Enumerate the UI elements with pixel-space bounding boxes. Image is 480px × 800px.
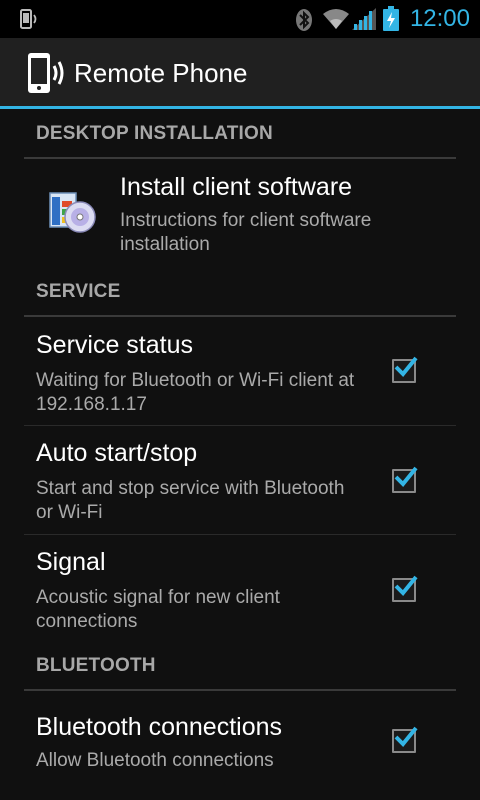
category-label: BLUETOOTH xyxy=(36,655,156,676)
phone-vibrate-icon xyxy=(18,8,40,35)
category-label: DESKTOP INSTALLATION xyxy=(36,123,273,144)
pref-summary: Acoustic signal for new client connectio… xyxy=(36,587,280,632)
pref-summary: Waiting for Bluetooth or Wi-Fi client at… xyxy=(36,370,355,415)
category-service: SERVICE xyxy=(24,281,456,317)
preference-list: DESKTOP INSTALLATION Install client soft… xyxy=(0,109,480,800)
signal-checkbox[interactable] xyxy=(392,575,418,602)
bluetooth-icon xyxy=(294,8,314,37)
pref-bluetooth-connections[interactable]: Bluetooth connections Allow Bluetooth co… xyxy=(24,691,456,791)
pref-title: Service status xyxy=(36,331,194,359)
app-title: Remote Phone xyxy=(74,58,248,88)
pref-signal[interactable]: Signal Acoustic signal for new client co… xyxy=(24,534,456,642)
battery-charging-icon xyxy=(382,6,400,37)
pref-title: Bluetooth connections xyxy=(36,713,283,741)
pref-title: Signal xyxy=(36,548,106,576)
pref-service-status[interactable]: Service status Waiting for Bluetooth or … xyxy=(24,317,456,426)
category-label: SERVICE xyxy=(36,281,121,302)
cell-signal-icon xyxy=(352,8,376,35)
bluetooth-connections-checkbox[interactable] xyxy=(392,726,418,753)
software-install-icon xyxy=(48,187,98,242)
auto-start-checkbox[interactable] xyxy=(392,466,418,493)
category-bluetooth: BLUETOOTH xyxy=(24,655,456,691)
status-clock: 12:00 xyxy=(409,5,470,32)
pref-summary: Start and stop service with Bluetooth or… xyxy=(36,478,345,523)
pref-summary: Instructions for client software install… xyxy=(120,210,372,255)
pref-summary: Allow Bluetooth connections xyxy=(36,750,274,771)
pref-auto-start-stop[interactable]: Auto start/stop Start and stop service w… xyxy=(24,425,456,535)
pref-title: Auto start/stop xyxy=(36,439,198,467)
service-status-checkbox[interactable] xyxy=(392,356,418,383)
wifi-icon xyxy=(322,8,350,35)
status-bar: 12:00 xyxy=(0,0,480,38)
action-bar: Remote Phone xyxy=(0,38,480,109)
category-desktop-installation: DESKTOP INSTALLATION xyxy=(24,123,456,159)
phone-broadcast-icon[interactable] xyxy=(26,52,68,101)
pref-title: Install client software xyxy=(120,173,353,201)
pref-install-client-software[interactable]: Install client software Instructions for… xyxy=(24,159,456,275)
